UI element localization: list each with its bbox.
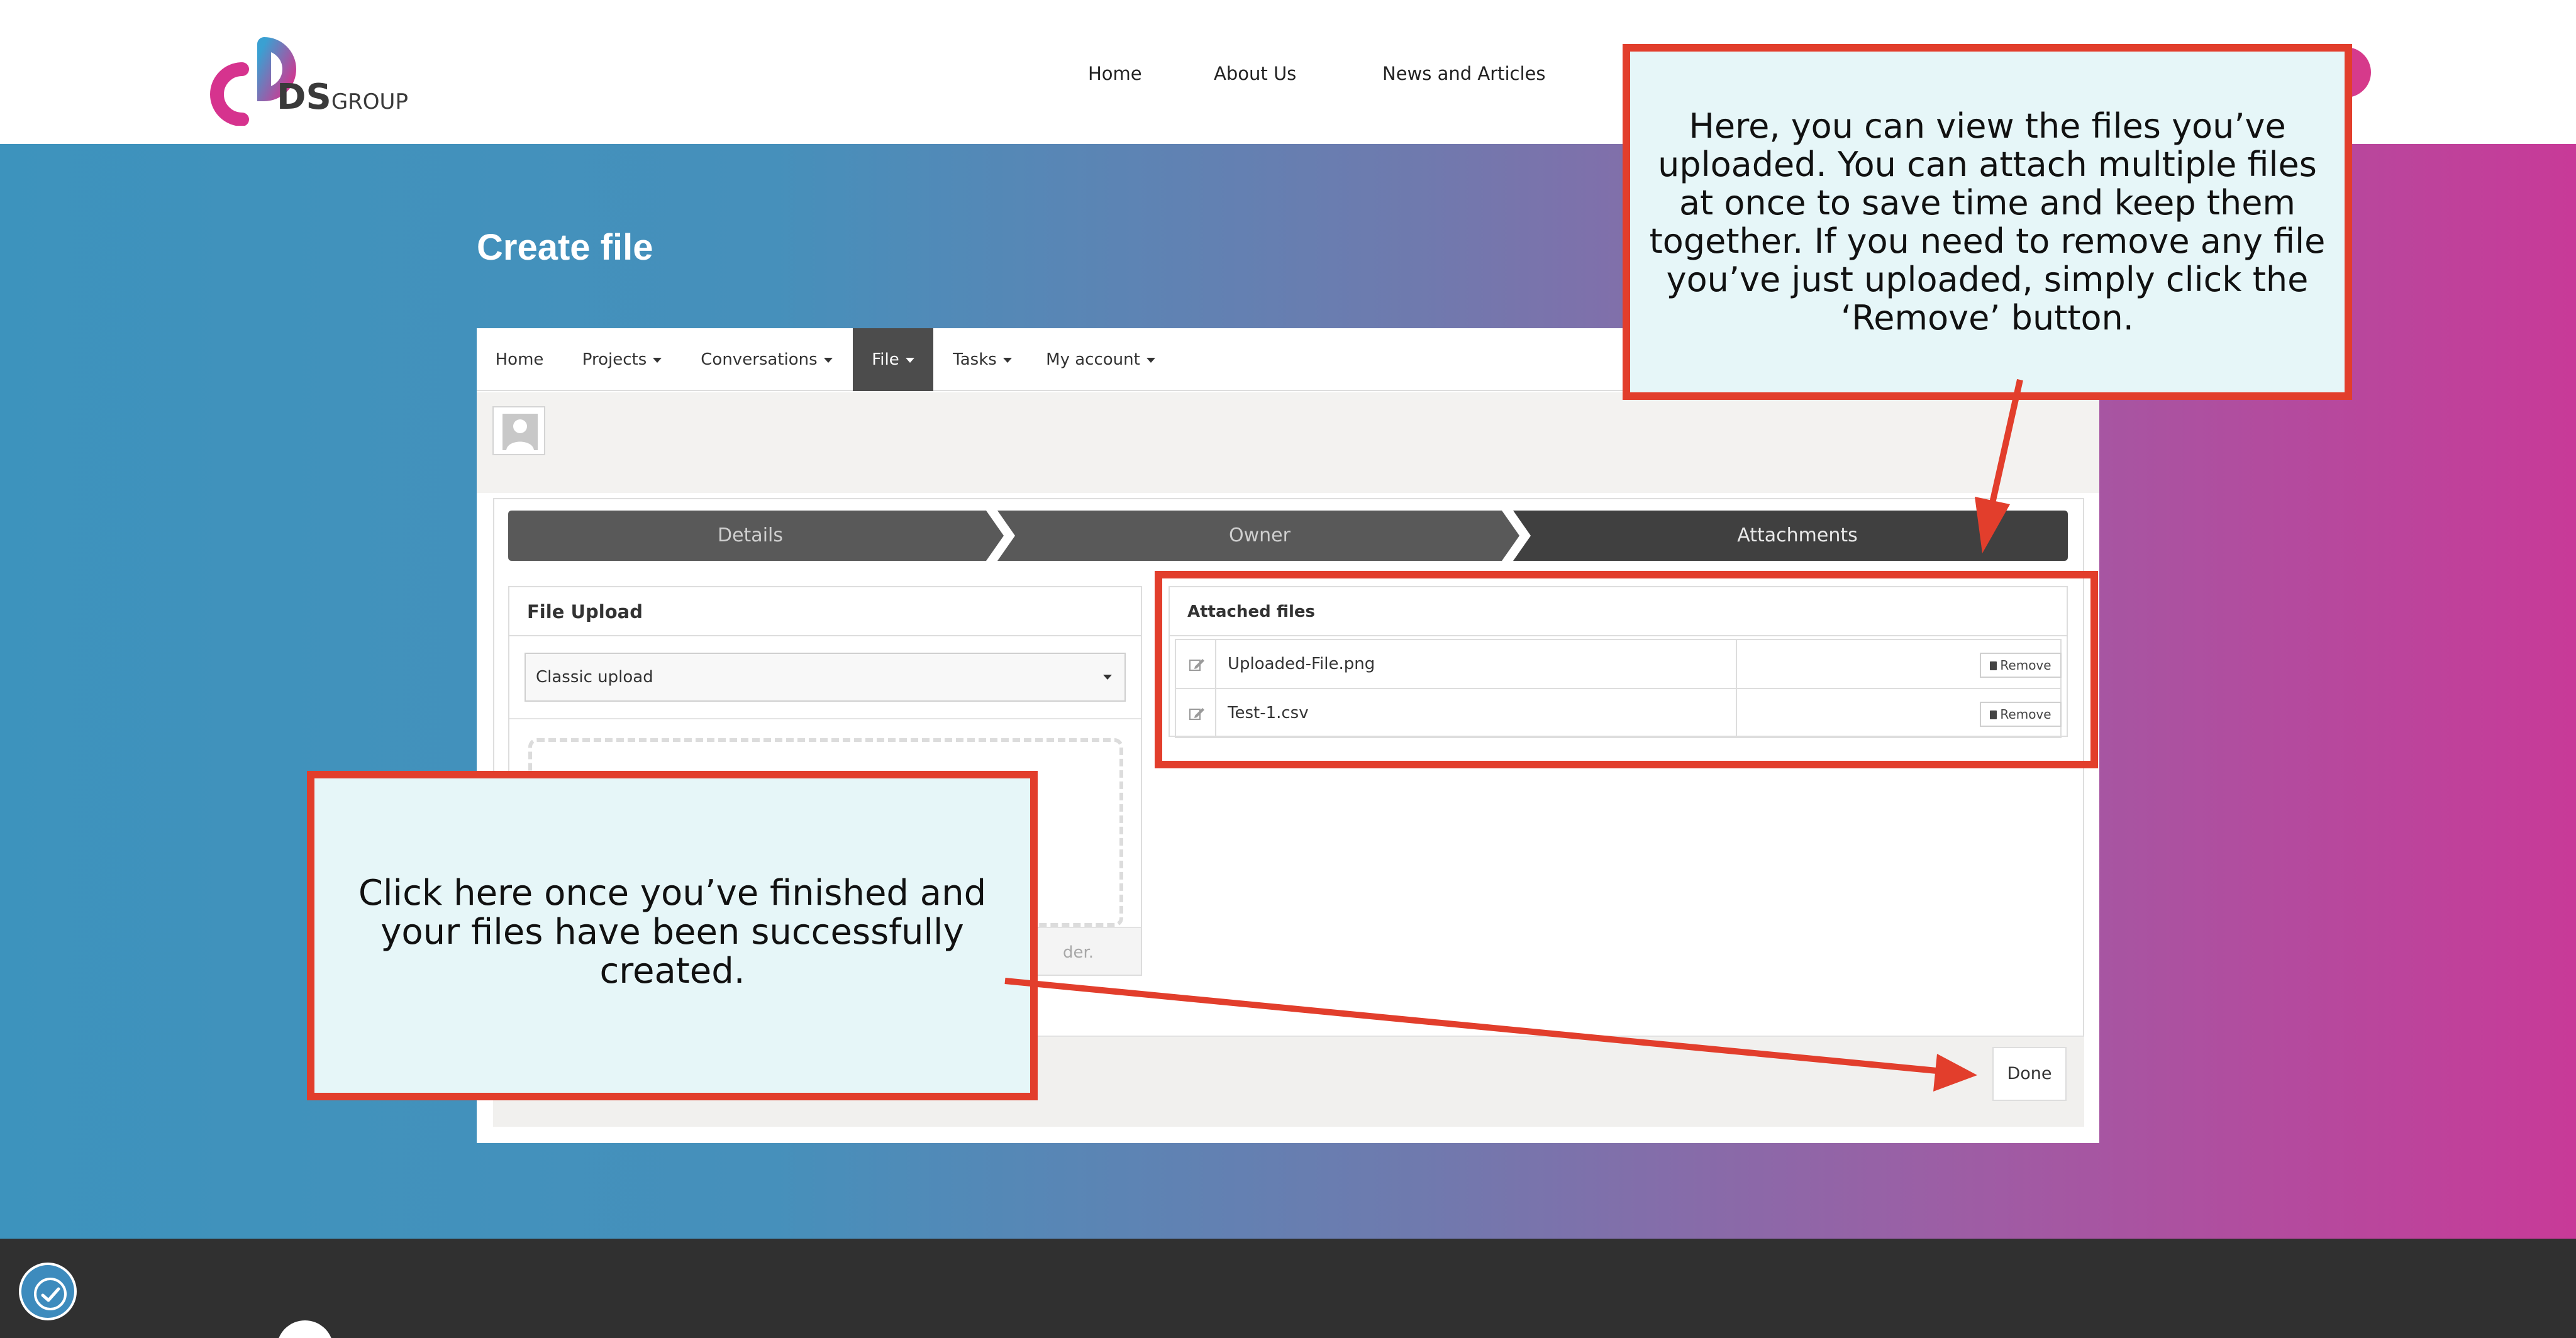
tab-file-label: File xyxy=(872,350,899,369)
chevron-down-icon xyxy=(905,357,914,363)
upload-method-select[interactable]: Classic upload xyxy=(525,653,1126,702)
tab-conversations-label: Conversations xyxy=(701,350,818,369)
wizard-steps: Details Owner Attachments xyxy=(508,511,2068,561)
chevron-down-icon xyxy=(653,357,662,363)
callout-attached-files: Here, you can view the files you’ve uplo… xyxy=(1623,44,2352,400)
upload-method-value: Classic upload xyxy=(536,668,653,687)
tab-conversations[interactable]: Conversations xyxy=(682,328,852,391)
profile-strip xyxy=(477,392,2099,493)
site-footer xyxy=(0,1239,2576,1338)
tab-my-account-label: My account xyxy=(1046,350,1140,369)
step-attachments[interactable]: Attachments xyxy=(1527,511,2068,561)
tab-projects-label: Projects xyxy=(582,350,647,369)
tab-home-label: Home xyxy=(495,350,544,369)
file-upload-title: File Upload xyxy=(509,587,1141,636)
chevron-down-icon xyxy=(823,357,833,363)
step-owner[interactable]: Owner xyxy=(1011,511,1508,561)
accessibility-icon xyxy=(34,1278,67,1310)
page-title: Create file xyxy=(477,227,653,268)
nav-link-news-and-articles[interactable]: News and Articles xyxy=(1382,63,1546,84)
tab-tasks[interactable]: Tasks xyxy=(933,328,1031,391)
accessibility-button[interactable] xyxy=(19,1263,77,1320)
nav-link-home[interactable]: Home xyxy=(1088,63,1142,84)
logo-subtext: GROUP xyxy=(331,89,408,114)
tab-my-account[interactable]: My account xyxy=(1031,328,1170,391)
callout-done: Click here once you’ve finished and your… xyxy=(307,771,1038,1100)
nav-link-about-us[interactable]: About Us xyxy=(1214,63,1296,84)
done-button[interactable]: Done xyxy=(1992,1047,2067,1101)
step-details[interactable]: Details xyxy=(508,511,992,561)
user-silhouette-icon xyxy=(502,414,538,450)
chevron-down-icon xyxy=(1002,357,1012,363)
attached-files-highlight xyxy=(1155,571,2098,768)
upload-footer-text: der. xyxy=(1063,943,1094,962)
tab-projects[interactable]: Projects xyxy=(562,328,682,391)
upload-divider xyxy=(509,718,1141,719)
tab-file[interactable]: File xyxy=(853,328,933,391)
chevron-down-icon xyxy=(1146,357,1155,363)
tab-tasks-label: Tasks xyxy=(953,350,997,369)
avatar[interactable] xyxy=(492,406,545,455)
tab-home[interactable]: Home xyxy=(477,328,562,391)
chevron-down-icon xyxy=(1103,675,1112,680)
